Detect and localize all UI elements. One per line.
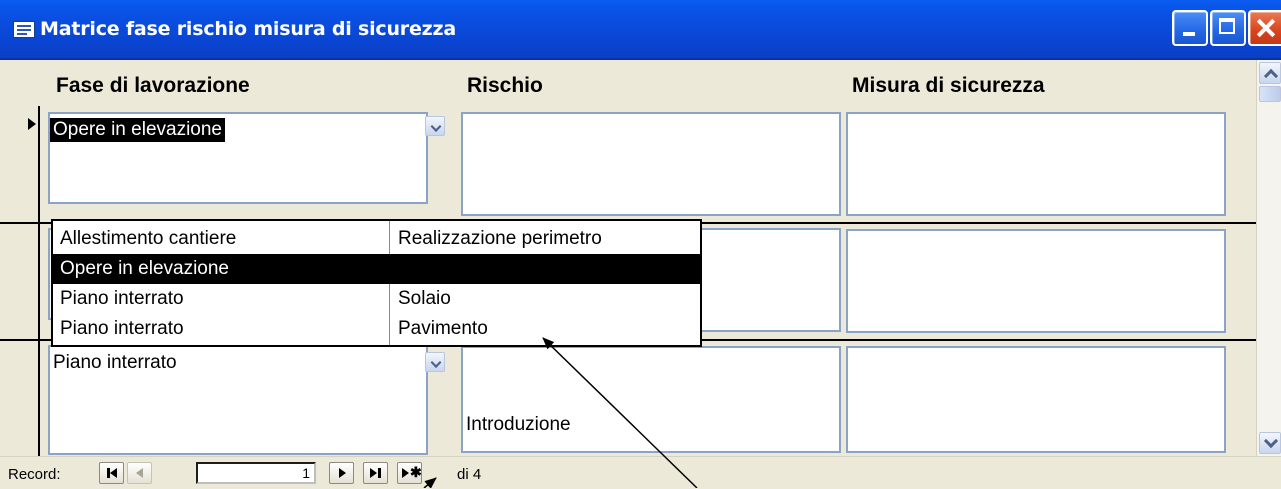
scroll-up-button[interactable] xyxy=(1259,62,1281,84)
scroll-thumb[interactable] xyxy=(1259,86,1281,102)
new-record-button[interactable]: ✱ xyxy=(397,462,422,484)
dropdown-option[interactable]: Piano interrato Solaio xyxy=(53,284,700,314)
record-count: di 4 xyxy=(457,466,482,483)
dropdown-option-col2: Solaio xyxy=(398,288,451,309)
dropdown-option-col1: Allestimento cantiere xyxy=(60,228,237,249)
dropdown-option[interactable]: Piano interrato Pavimento xyxy=(53,314,700,344)
minimize-button[interactable] xyxy=(1172,10,1208,46)
rischio-field[interactable] xyxy=(461,112,841,216)
dropdown-option-col1: Opere in elevazione xyxy=(60,258,229,279)
first-record-button[interactable] xyxy=(99,462,124,484)
form-window: Matrice fase rischio misura di sicurezza… xyxy=(0,0,1281,489)
record-navigation-bar: Record: 1 ✱ di 4 xyxy=(0,456,1281,489)
next-record-button[interactable] xyxy=(329,462,354,484)
dropdown-option[interactable]: Allestimento cantiere Realizzazione peri… xyxy=(53,224,700,254)
dropdown-option-col2: Pavimento xyxy=(398,318,488,339)
window-title: Matrice fase rischio misura di sicurezza xyxy=(40,18,457,40)
fase-combo[interactable]: Piano interrato xyxy=(48,345,428,455)
column-header-fase: Fase di lavorazione xyxy=(56,74,250,97)
column-header-rischio: Rischio xyxy=(467,74,543,97)
last-record-button[interactable] xyxy=(363,462,388,484)
fase-combo-value: Piano interrato xyxy=(53,352,177,373)
fase-combo[interactable]: Opere in elevazione xyxy=(48,112,428,204)
chevron-down-icon[interactable] xyxy=(425,116,445,136)
fase-combo-value: Opere in elevazione xyxy=(50,118,225,142)
rischio-field[interactable]: Introduzione xyxy=(461,346,841,453)
form-icon xyxy=(13,21,35,38)
previous-record-button[interactable] xyxy=(127,462,152,484)
close-button[interactable] xyxy=(1248,10,1281,46)
record-selector-border xyxy=(38,106,40,456)
vertical-scrollbar[interactable] xyxy=(1256,60,1281,456)
current-record-input[interactable]: 1 xyxy=(196,462,316,484)
dropdown-option-selected[interactable]: Opere in elevazione xyxy=(53,254,700,284)
dropdown-option-col2: Realizzazione perimetro xyxy=(398,228,602,249)
dropdown-option-col1: Piano interrato xyxy=(60,288,184,309)
record-label: Record: xyxy=(8,466,61,483)
column-header-misura: Misura di sicurezza xyxy=(852,74,1045,97)
maximize-button[interactable] xyxy=(1210,10,1246,46)
dropdown-option-col1: Piano interrato xyxy=(60,318,184,339)
misura-field[interactable] xyxy=(846,229,1226,333)
record-pointer-icon xyxy=(28,118,36,130)
chevron-down-icon[interactable] xyxy=(425,352,445,372)
rischio-value: Introduzione xyxy=(466,414,571,435)
scroll-down-button[interactable] xyxy=(1259,432,1281,454)
title-bar[interactable]: Matrice fase rischio misura di sicurezza xyxy=(0,0,1281,60)
misura-field[interactable] xyxy=(846,346,1226,453)
misura-field[interactable] xyxy=(846,112,1226,216)
fase-dropdown-list[interactable]: Allestimento cantiere Realizzazione peri… xyxy=(51,219,702,347)
